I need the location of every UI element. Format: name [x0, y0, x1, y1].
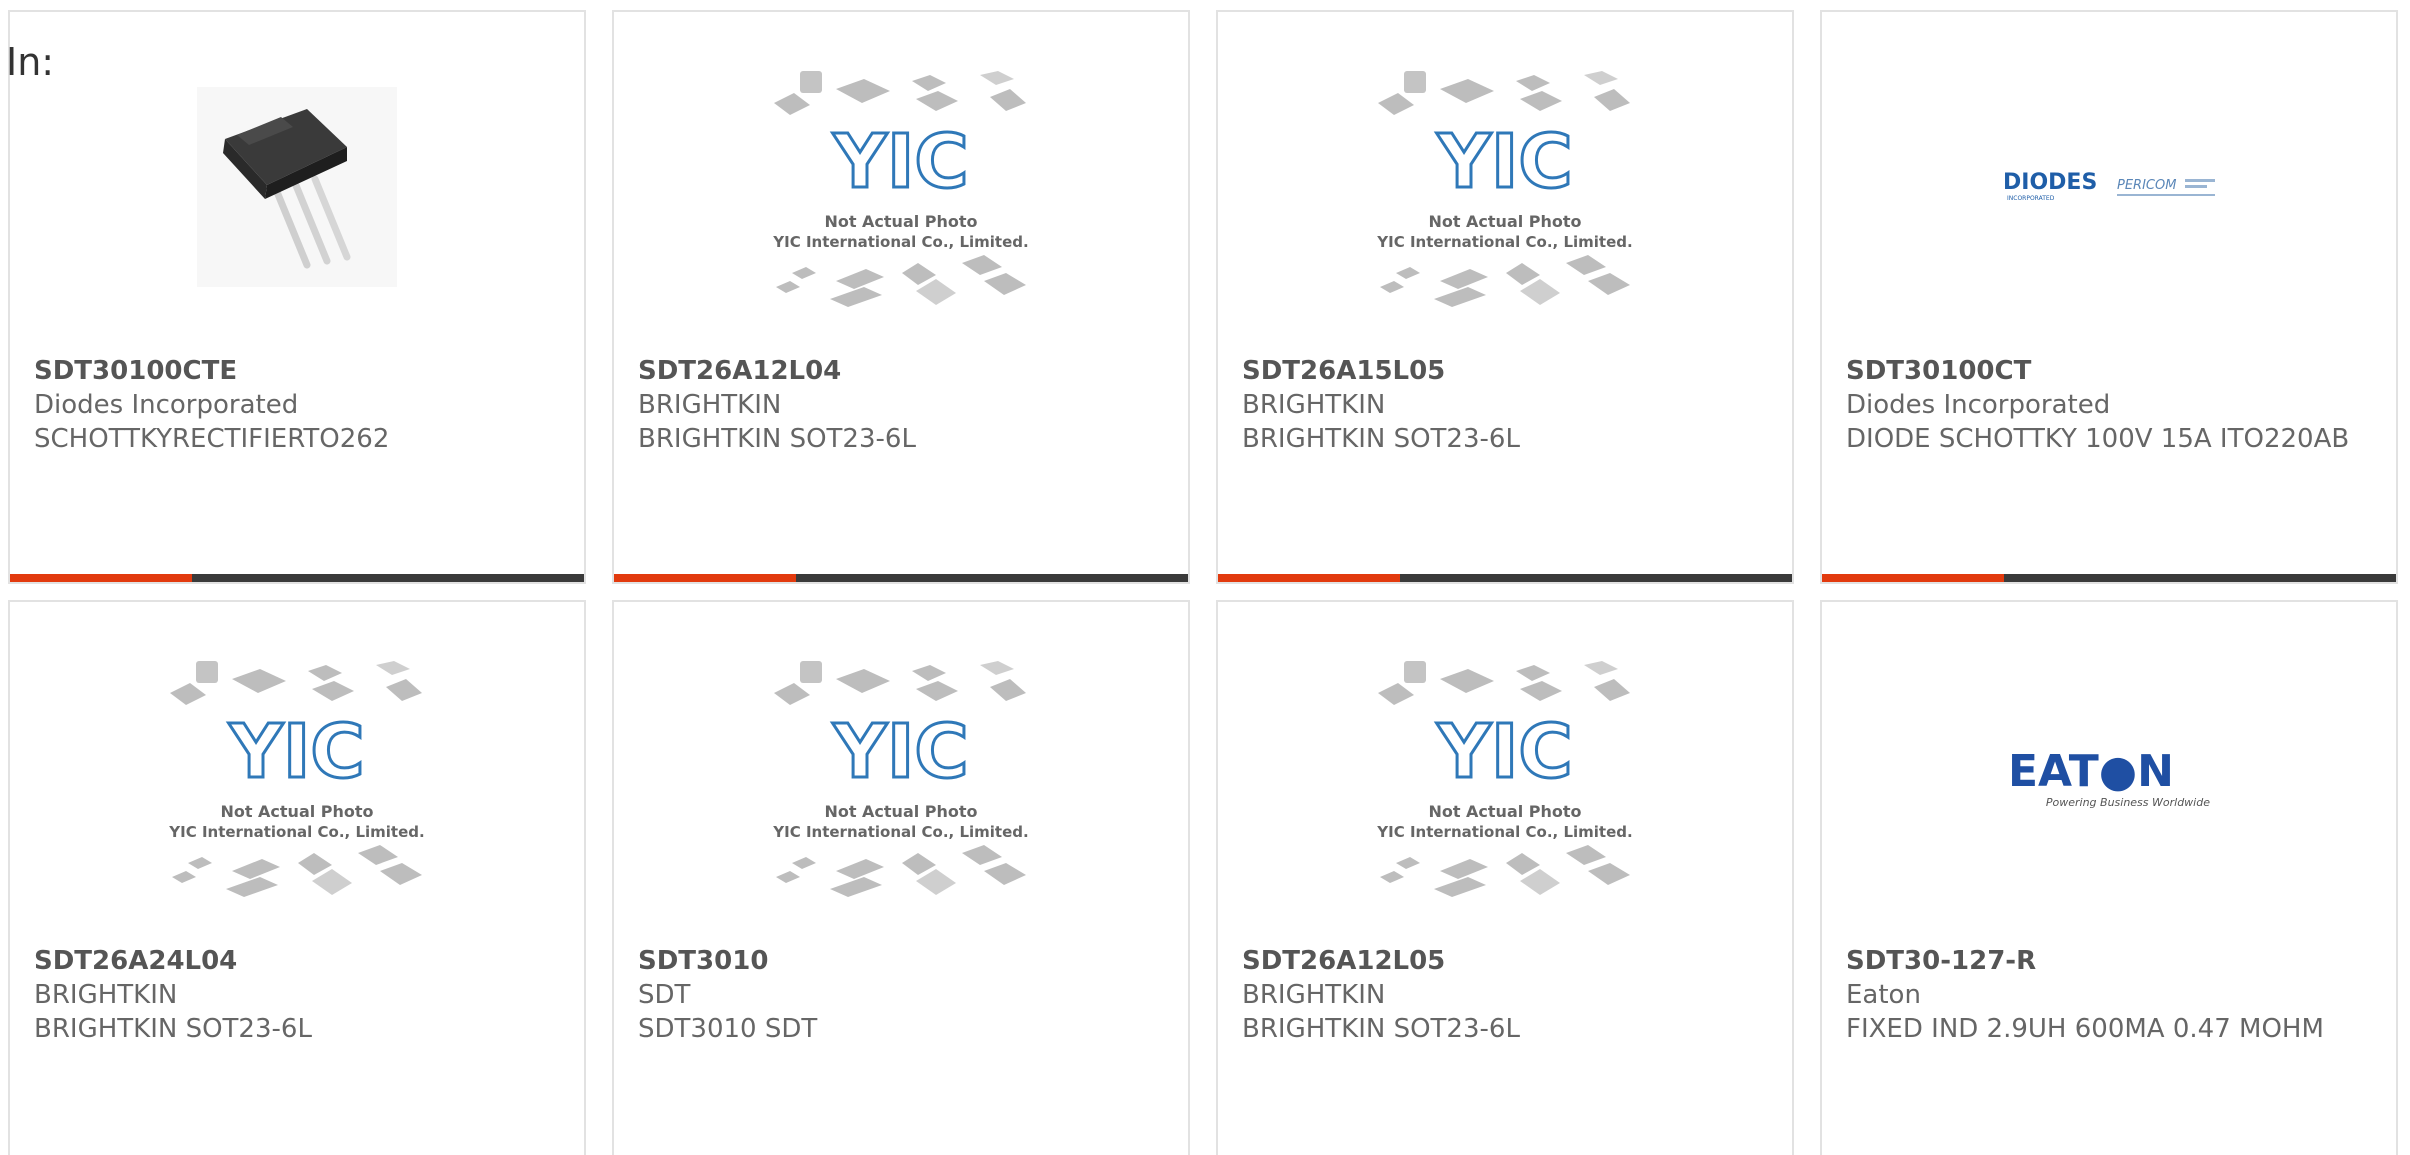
- part-number[interactable]: SDT26A15L05: [1242, 354, 1768, 388]
- part-number[interactable]: SDT30100CTE: [34, 354, 560, 388]
- description: FIXED IND 2.9UH 600MA 0.47 MOHM: [1846, 1014, 2324, 1044]
- product-card[interactable]: YIC Not Actual Photo YIC International C…: [1216, 600, 1794, 1155]
- placeholder-line-1: Not Actual Photo: [824, 802, 977, 821]
- card-accent: [1822, 574, 2004, 582]
- product-info: SDT30100CTE Diodes Incorporated SCHOTTKY…: [34, 354, 560, 456]
- product-card[interactable]: YIC Not Actual Photo YIC International C…: [8, 600, 586, 1155]
- product-image[interactable]: YIC Not Actual Photo YIC International C…: [614, 71, 1188, 307]
- product-image[interactable]: YIC Not Actual Photo YIC International C…: [1218, 661, 1792, 897]
- product-info: SDT26A24L04 BRIGHTKIN BRIGHTKIN SOT23-6L: [34, 944, 560, 1046]
- transistor-photo-icon: [197, 87, 397, 287]
- product-info: SDT30-127-R Eaton FIXED IND 2.9UH 600MA …: [1846, 944, 2372, 1046]
- description: SDT3010 SDT: [638, 1014, 818, 1044]
- yic-logo-text: YIC: [1436, 119, 1572, 205]
- description: BRIGHTKIN SOT23-6L: [1242, 424, 1520, 454]
- placeholder-line-2: YIC International Co., Limited.: [772, 823, 1028, 841]
- diodes-logo-icon: DIODES INCORPORATED PERICOM: [2003, 170, 2215, 202]
- search-results-page: In: SDT30100CTE Diodes Incorporated SCHO…: [0, 0, 2410, 1155]
- description: BRIGHTKIN SOT23-6L: [638, 424, 916, 454]
- product-info: SDT26A15L05 BRIGHTKIN BRIGHTKIN SOT23-6L: [1242, 354, 1768, 456]
- description: SCHOTTKYRECTIFIERTO262: [34, 424, 390, 454]
- manufacturer: Diodes Incorporated: [34, 390, 299, 420]
- card-accent: [614, 574, 796, 582]
- description: DIODE SCHOTTKY 100V 15A ITO220AB: [1846, 424, 2350, 454]
- manufacturer: Diodes Incorporated: [1846, 390, 2111, 420]
- placeholder-line-2: YIC International Co., Limited.: [772, 233, 1028, 251]
- pericom-logo-text: PERICOM: [2117, 178, 2176, 193]
- description: BRIGHTKIN SOT23-6L: [34, 1014, 312, 1044]
- product-image[interactable]: YIC Not Actual Photo YIC International C…: [1218, 71, 1792, 307]
- card-bottom-bar: [614, 574, 1188, 582]
- card-bottom-bar: [10, 574, 584, 582]
- part-number[interactable]: SDT3010: [638, 944, 1164, 978]
- placeholder-line-2: YIC International Co., Limited.: [1376, 823, 1632, 841]
- product-info: SDT26A12L04 BRIGHTKIN BRIGHTKIN SOT23-6L: [638, 354, 1164, 456]
- eaton-logo-icon: EAT●N Powering Business Worldwide: [2004, 742, 2214, 812]
- diodes-logo-text: DIODES: [2003, 170, 2097, 195]
- placeholder-line-1: Not Actual Photo: [220, 802, 373, 821]
- product-image[interactable]: YIC Not Actual Photo YIC International C…: [614, 661, 1188, 897]
- placeholder-line-1: Not Actual Photo: [1428, 212, 1581, 231]
- product-card[interactable]: YIC Not Actual Photo YIC International C…: [612, 10, 1190, 584]
- product-image[interactable]: EAT●N Powering Business Worldwide: [1822, 662, 2396, 892]
- manufacturer: BRIGHTKIN: [638, 390, 782, 420]
- product-image[interactable]: DIODES INCORPORATED PERICOM: [1822, 72, 2396, 302]
- product-info: SDT26A12L05 BRIGHTKIN BRIGHTKIN SOT23-6L: [1242, 944, 1768, 1046]
- yic-placeholder-icon: YIC Not Actual Photo YIC International C…: [772, 661, 1029, 897]
- eaton-tagline: Powering Business Worldwide: [2046, 796, 2210, 809]
- part-number[interactable]: SDT26A12L05: [1242, 944, 1768, 978]
- diodes-sub-text: INCORPORATED: [2007, 195, 2055, 202]
- manufacturer: Eaton: [1846, 980, 1921, 1010]
- product-card[interactable]: SDT30100CTE Diodes Incorporated SCHOTTKY…: [8, 10, 586, 584]
- manufacturer: BRIGHTKIN: [1242, 980, 1386, 1010]
- product-image[interactable]: [10, 72, 584, 302]
- placeholder-line-2: YIC International Co., Limited.: [1376, 233, 1632, 251]
- manufacturer: BRIGHTKIN: [34, 980, 178, 1010]
- eaton-logo-text: EAT●N: [2008, 746, 2174, 797]
- yic-logo-text: YIC: [832, 709, 968, 795]
- product-card[interactable]: DIODES INCORPORATED PERICOM SDT30100CT D…: [1820, 10, 2398, 584]
- card-accent: [10, 574, 192, 582]
- product-card[interactable]: YIC Not Actual Photo YIC International C…: [1216, 10, 1794, 584]
- manufacturer: SDT: [638, 980, 691, 1010]
- product-card[interactable]: EAT●N Powering Business Worldwide SDT30-…: [1820, 600, 2398, 1155]
- card-bottom-bar: [1218, 574, 1792, 582]
- card-bottom-bar: [1822, 574, 2396, 582]
- product-grid: SDT30100CTE Diodes Incorporated SCHOTTKY…: [8, 10, 2398, 1155]
- part-number[interactable]: SDT26A24L04: [34, 944, 560, 978]
- part-number[interactable]: SDT26A12L04: [638, 354, 1164, 388]
- yic-placeholder-icon: YIC Not Actual Photo YIC International C…: [772, 71, 1029, 307]
- yic-logo-text: YIC: [1436, 709, 1572, 795]
- placeholder-line-1: Not Actual Photo: [824, 212, 977, 231]
- product-info: SDT30100CT Diodes Incorporated DIODE SCH…: [1846, 354, 2372, 456]
- yic-placeholder-icon: YIC Not Actual Photo YIC International C…: [1376, 71, 1633, 307]
- manufacturer: BRIGHTKIN: [1242, 390, 1386, 420]
- filter-label: In:: [6, 40, 55, 84]
- yic-logo-text: YIC: [832, 119, 968, 205]
- placeholder-line-2: YIC International Co., Limited.: [168, 823, 424, 841]
- description: BRIGHTKIN SOT23-6L: [1242, 1014, 1520, 1044]
- product-info: SDT3010 SDT SDT3010 SDT: [638, 944, 1164, 1046]
- card-accent: [1218, 574, 1400, 582]
- yic-logo-text: YIC: [228, 709, 364, 795]
- placeholder-line-1: Not Actual Photo: [1428, 802, 1581, 821]
- yic-placeholder-icon: YIC Not Actual Photo YIC International C…: [1376, 661, 1633, 897]
- part-number[interactable]: SDT30100CT: [1846, 354, 2372, 388]
- part-number[interactable]: SDT30-127-R: [1846, 944, 2372, 978]
- product-card[interactable]: YIC Not Actual Photo YIC International C…: [612, 600, 1190, 1155]
- product-image[interactable]: YIC Not Actual Photo YIC International C…: [10, 661, 584, 897]
- yic-placeholder-icon: YIC Not Actual Photo YIC International C…: [168, 661, 425, 897]
